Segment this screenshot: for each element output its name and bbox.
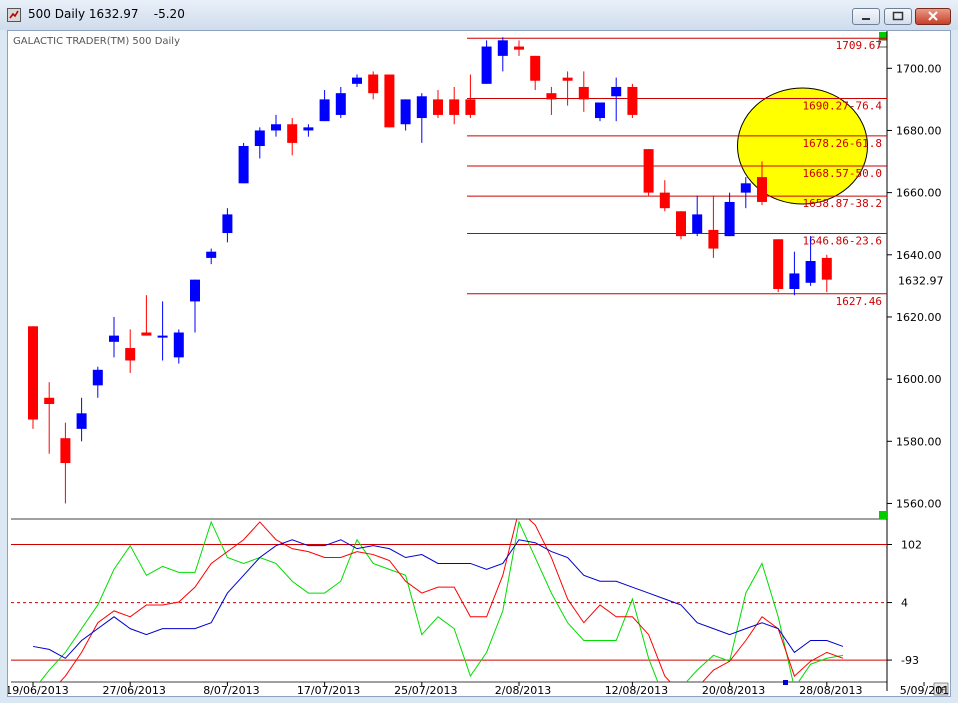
candle-body bbox=[676, 211, 686, 237]
retracement-label: 1690.27-76.4 bbox=[803, 100, 883, 113]
retracement-label: 1646.86-23.6 bbox=[803, 234, 882, 247]
candle-body bbox=[44, 397, 55, 404]
candle-body bbox=[190, 279, 200, 302]
candle-body bbox=[368, 74, 379, 94]
price-tick-label: 1620.00 bbox=[896, 311, 942, 324]
candle-body bbox=[481, 46, 492, 84]
date-tick-label: 17/07/2013 bbox=[297, 684, 360, 696]
candle-body bbox=[465, 99, 476, 115]
title-bar[interactable]: 500 Daily 1632.97 -5.20 bbox=[0, 0, 958, 30]
candle-body bbox=[611, 86, 622, 97]
candle-body bbox=[303, 127, 314, 131]
maximize-button[interactable] bbox=[884, 8, 912, 25]
oscillator-tick-label: -93 bbox=[901, 654, 919, 667]
candle-body bbox=[222, 214, 233, 234]
candle-body bbox=[433, 99, 443, 115]
candle-body bbox=[530, 55, 541, 81]
date-tick-label: 8/07/2013 bbox=[203, 684, 259, 696]
date-tick-label: 28/08/2013 bbox=[799, 684, 862, 696]
candle-body bbox=[740, 183, 751, 193]
candle-body bbox=[643, 149, 654, 193]
price-tick-label: 1640.00 bbox=[896, 249, 942, 262]
candle-body bbox=[238, 146, 249, 184]
candle-body bbox=[173, 332, 184, 358]
candle-body bbox=[28, 326, 38, 420]
price-tick-label: 1680.00 bbox=[896, 124, 942, 137]
candle-body bbox=[287, 124, 298, 143]
candle-body bbox=[335, 93, 346, 115]
candle-body bbox=[416, 96, 427, 119]
close-icon bbox=[928, 11, 938, 21]
date-tick-label: 2/08/2013 bbox=[495, 684, 551, 696]
candle-body bbox=[773, 239, 784, 289]
retracement-label: 1668.57-50.0 bbox=[803, 167, 882, 180]
retracement-label: 1658.87-38.2 bbox=[803, 197, 882, 210]
candle-body bbox=[449, 99, 460, 115]
candle-body bbox=[141, 332, 152, 336]
candle-body bbox=[125, 348, 136, 361]
chart-app-icon bbox=[7, 8, 21, 22]
candle-body bbox=[400, 99, 411, 125]
candle-body bbox=[546, 93, 557, 100]
candle-body bbox=[497, 40, 508, 56]
candle-body bbox=[76, 413, 87, 429]
candle-body bbox=[659, 192, 670, 209]
last-price-label: 1632.97 bbox=[898, 275, 944, 288]
candle-body bbox=[805, 261, 816, 283]
chart-canvas: GALACTIC TRADER(TM) 500 Daily TF 1709.67… bbox=[5, 31, 956, 697]
app-window: 500 Daily 1632.97 -5.20 GALACTIC TRADER(… bbox=[0, 0, 958, 703]
chart-header: GALACTIC TRADER(TM) 500 Daily bbox=[13, 36, 180, 47]
date-tick-label: 25/07/2013 bbox=[394, 684, 457, 696]
candle-body bbox=[254, 130, 265, 147]
price-tick-label: 1580.00 bbox=[896, 435, 942, 448]
candle-body bbox=[821, 257, 832, 280]
chart-area[interactable]: GALACTIC TRADER(TM) 500 Daily TF 1709.67… bbox=[5, 30, 956, 697]
candle-body bbox=[157, 335, 168, 338]
blue-marker bbox=[783, 680, 788, 685]
retracement-label: 1627.46 bbox=[836, 295, 882, 308]
green-marker bbox=[879, 511, 887, 519]
date-tick-label: 5/09/2013 bbox=[900, 684, 950, 696]
candle-body bbox=[595, 102, 605, 119]
candle-body bbox=[514, 46, 524, 50]
candle-body bbox=[627, 86, 638, 115]
candle-body bbox=[578, 86, 589, 100]
candle-body bbox=[60, 438, 71, 464]
candle-body bbox=[757, 177, 767, 202]
close-button[interactable] bbox=[915, 8, 951, 25]
oscillator-tick-label: 102 bbox=[901, 538, 922, 551]
candle-body bbox=[206, 251, 217, 258]
oscillator-tick-label: 4 bbox=[901, 597, 908, 610]
price-tick-label: 1700.00 bbox=[896, 62, 942, 75]
candle-body bbox=[352, 77, 362, 84]
candle-body bbox=[109, 335, 119, 342]
price-tick-label: 1600.00 bbox=[896, 373, 942, 386]
candle-body bbox=[692, 214, 703, 234]
date-tick-label: 20/08/2013 bbox=[702, 684, 765, 696]
candle-body bbox=[562, 77, 573, 81]
minimize-icon bbox=[862, 18, 870, 20]
candle-body bbox=[789, 273, 800, 289]
candle-body bbox=[92, 369, 103, 386]
date-tick-label: 27/06/2013 bbox=[102, 684, 165, 696]
date-tick-label: 19/06/2013 bbox=[8, 684, 69, 696]
retracement-label: 1709.67 bbox=[836, 39, 882, 52]
price-tick-label: 1660.00 bbox=[896, 187, 942, 200]
candle-body bbox=[708, 229, 719, 249]
candle-body bbox=[319, 99, 330, 122]
date-tick-label: 12/08/2013 bbox=[605, 684, 668, 696]
candle-body bbox=[724, 201, 735, 237]
price-tick-label: 1560.00 bbox=[896, 497, 942, 510]
retracement-label: 1678.26-61.8 bbox=[803, 137, 882, 150]
window-title: 500 Daily 1632.97 -5.20 bbox=[28, 7, 185, 21]
candle-body bbox=[271, 124, 281, 131]
candle-body bbox=[384, 74, 395, 128]
minimize-button[interactable] bbox=[852, 8, 880, 25]
maximize-icon bbox=[892, 11, 904, 21]
